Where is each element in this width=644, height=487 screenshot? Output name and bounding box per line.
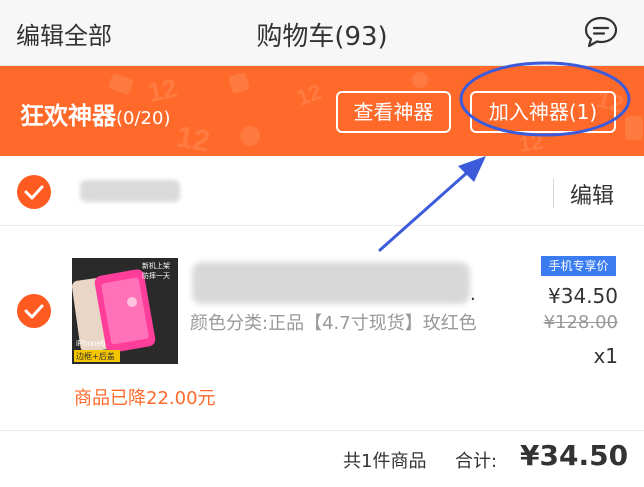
price-reduced-note: 商品已降22.00元 — [74, 388, 216, 409]
product-original-price: ¥128.00 — [543, 312, 618, 333]
product-title-suffix: . — [470, 284, 476, 305]
promo-banner: 12 12 12 12 12 狂欢神器(0/20) 查看神器 加入神器(1) — [0, 66, 644, 156]
thumb-tag-2: 防摔一天 — [142, 271, 170, 280]
banner-title: 狂欢神器(0/20) — [20, 96, 170, 131]
checkmark-icon — [24, 304, 44, 319]
view-tools-button[interactable]: 查看神器 — [336, 91, 451, 133]
divider — [553, 178, 554, 208]
product-title-blurred — [192, 262, 470, 304]
thumb-caption: iPhone6 — [76, 339, 106, 348]
banner-title-text: 狂欢神器 — [20, 102, 116, 130]
shop-name-blurred — [80, 180, 180, 202]
cart-item[interactable]: 新机上架 防摔一天 iPhone6 边框+后盖 . 颜色分类:正品【4.7寸现货… — [0, 226, 644, 422]
svg-text:12: 12 — [174, 120, 213, 156]
product-price: ¥34.50 — [548, 284, 618, 308]
chat-bubble-icon[interactable] — [583, 15, 619, 49]
shop-row: 编辑 — [0, 158, 644, 226]
mobile-price-badge: 手机专享价 — [541, 256, 616, 276]
checkmark-icon — [24, 185, 44, 200]
thumb-tag-1: 新机上架 — [142, 261, 170, 270]
item-checkbox[interactable] — [17, 294, 51, 328]
top-nav-bar: 编辑全部 购物车(93) — [0, 0, 644, 66]
add-tools-button[interactable]: 加入神器(1) — [470, 91, 616, 133]
product-spec: 颜色分类:正品【4.7寸现货】玫红色 — [190, 313, 477, 334]
shop-edit-button[interactable]: 编辑 — [570, 178, 614, 210]
product-quantity: x1 — [593, 344, 618, 368]
thumb-tag-3: 边框+后盖 — [76, 351, 115, 361]
product-thumbnail[interactable]: 新机上架 防摔一天 iPhone6 边框+后盖 — [72, 258, 178, 364]
cart-summary: 共1件商品 合计: ¥34.50 — [0, 430, 644, 487]
total-value: ¥34.50 — [520, 439, 629, 472]
svg-text:12: 12 — [293, 79, 325, 111]
shop-checkbox[interactable] — [17, 175, 51, 209]
item-count: 共1件商品 — [343, 451, 427, 472]
banner-count: (0/20) — [116, 108, 171, 129]
page-title: 购物车(93) — [256, 22, 388, 52]
total-label: 合计: — [455, 451, 498, 472]
